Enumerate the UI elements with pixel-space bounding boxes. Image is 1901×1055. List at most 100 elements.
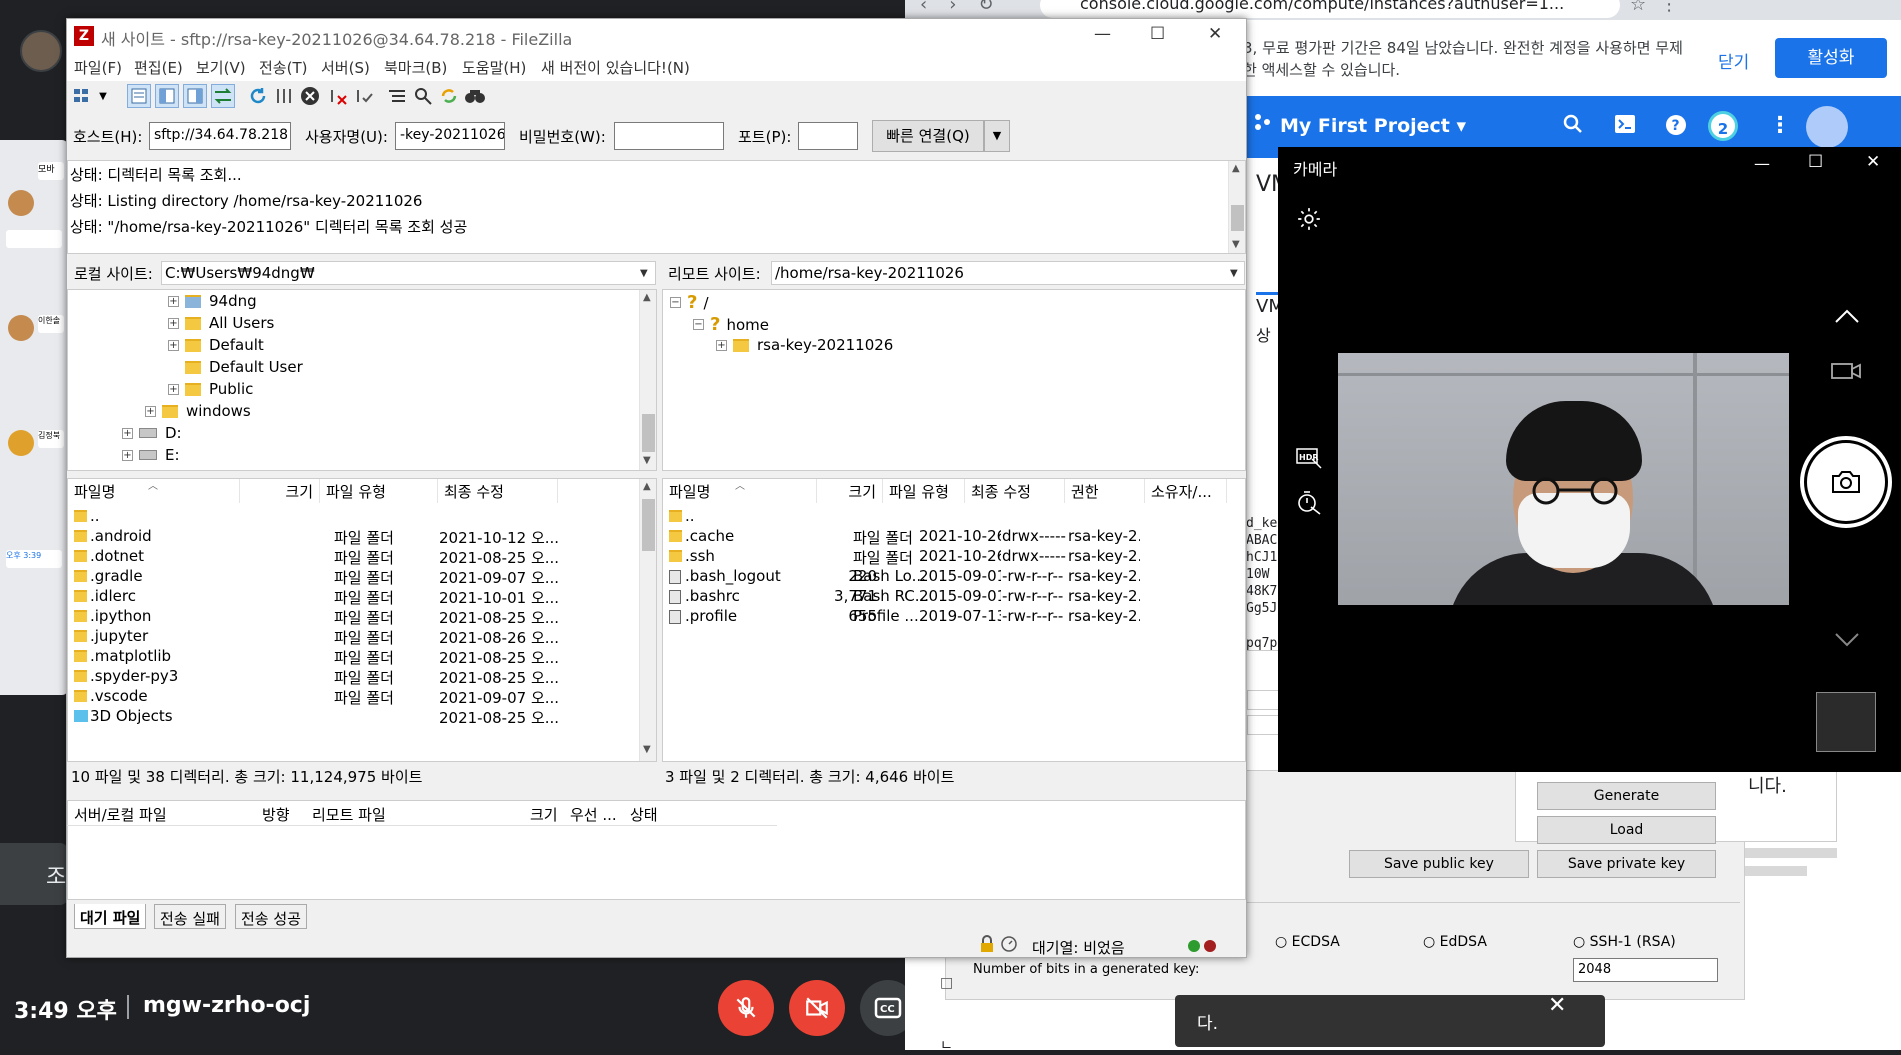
tab-successful-transfers[interactable]: 전송 성공 [235, 904, 307, 929]
tree-scrollbar[interactable]: ▲ ▼ [639, 290, 656, 470]
cancel-icon[interactable] [298, 84, 322, 108]
cloud-shell-icon[interactable] [1614, 114, 1636, 138]
reconnect-icon[interactable] [352, 84, 376, 108]
toggle-log-icon[interactable] [127, 84, 151, 108]
file-row[interactable]: 3D Objects 2021-08-25 오... [68, 705, 638, 729]
expander-icon[interactable]: + [168, 339, 179, 351]
tree-item[interactable]: + All Users [168, 314, 274, 332]
column-header-type[interactable]: 파일 유형 [320, 479, 438, 503]
video-mode-icon[interactable] [1830, 360, 1862, 386]
expander-icon[interactable]: − [693, 319, 704, 330]
tree-item[interactable]: Default User [185, 358, 303, 376]
file-list-scrollbar[interactable]: ▲ ▼ [639, 479, 656, 761]
camera-off-button[interactable] [789, 980, 845, 1036]
menu-file[interactable]: 파일(F) [74, 57, 122, 78]
user-avatar[interactable] [1806, 106, 1848, 148]
close-button[interactable]: ✕ [1866, 152, 1880, 172]
scroll-down-icon[interactable]: ▼ [643, 744, 651, 755]
expander-icon[interactable]: + [168, 383, 179, 395]
queue-header-direction[interactable]: 방향 [262, 804, 290, 825]
settings-icon[interactable] [1296, 206, 1322, 236]
column-header-modified[interactable]: 최종 수정 [438, 479, 558, 503]
toggle-queue-icon[interactable] [211, 84, 235, 108]
scrollbar-thumb[interactable] [642, 499, 655, 551]
bits-input[interactable]: 2048 [1573, 958, 1718, 982]
save-private-key-button[interactable]: Save private key [1537, 850, 1716, 878]
username-input[interactable]: -key-20211026 [395, 122, 505, 150]
column-header-permissions[interactable]: 권한 [1065, 479, 1145, 503]
tab-queued-files[interactable]: 대기 파일 [74, 904, 147, 929]
column-header-size[interactable]: 크기 [240, 479, 320, 503]
directory-listing-filters-icon[interactable] [385, 84, 409, 108]
password-input[interactable] [614, 122, 724, 150]
column-header-size[interactable]: 크기 [817, 479, 883, 503]
meet-side-button[interactable]: 조 [0, 843, 68, 905]
tree-item[interactable]: + Public [168, 380, 253, 398]
scroll-down-icon[interactable]: ▼ [1232, 239, 1240, 250]
save-public-key-button[interactable]: Save public key [1349, 850, 1529, 878]
minimize-button[interactable]: — [1094, 24, 1111, 44]
expander-icon[interactable]: + [168, 317, 179, 329]
chrome-nav-icons[interactable]: ‹›↻ [920, 0, 1015, 15]
toggle-remote-tree-icon[interactable] [183, 84, 207, 108]
site-manager-icon[interactable] [72, 84, 96, 108]
maximize-button[interactable]: ☐ [1808, 152, 1823, 172]
load-button[interactable]: Load [1537, 816, 1716, 844]
synchronized-browsing-icon[interactable] [437, 84, 461, 108]
chevron-down-icon[interactable]: ▼ [1230, 268, 1238, 279]
mic-off-button[interactable] [718, 980, 774, 1036]
compare-directories-icon[interactable] [411, 84, 435, 108]
minimize-button[interactable]: — [1754, 154, 1770, 173]
chrome-address-bar[interactable]: console.cloud.google.com/compute/instanc… [1040, 0, 1620, 18]
refresh-icon[interactable] [246, 84, 270, 108]
tree-item[interactable]: + windows [145, 402, 251, 420]
hdr-icon[interactable]: HDR [1296, 447, 1322, 473]
scroll-down-icon[interactable]: ▼ [643, 455, 651, 466]
radio-eddsa[interactable]: ○ EdDSA [1423, 934, 1487, 950]
expander-icon[interactable]: + [168, 295, 179, 307]
tree-item[interactable]: −? / [670, 292, 709, 313]
queue-header-remote-file[interactable]: 리모트 파일 [312, 804, 386, 825]
maximize-button[interactable]: ☐ [1150, 24, 1165, 44]
process-queue-icon[interactable] [272, 84, 296, 108]
chevron-down-icon[interactable] [1834, 632, 1860, 652]
queue-header-status[interactable]: 상태 [630, 804, 658, 825]
shutter-button[interactable] [1800, 436, 1892, 528]
search-icon[interactable] [463, 84, 487, 108]
menu-edit[interactable]: 편집(E) [134, 57, 183, 78]
expander-icon[interactable]: − [670, 297, 681, 308]
meet-presentation-tile[interactable]: 모바 이한솔 김정북 오후 3:39 [0, 140, 68, 695]
more-vert-icon[interactable]: ⋮ [1769, 113, 1791, 138]
queue-header-priority[interactable]: 우선 ... [570, 804, 617, 825]
project-selector[interactable]: My First Project ▾ [1280, 115, 1466, 137]
column-header-modified[interactable]: 최종 수정 [965, 479, 1065, 503]
chevron-up-icon[interactable] [1834, 308, 1860, 328]
scroll-up-icon[interactable]: ▲ [1232, 163, 1240, 174]
menu-view[interactable]: 보기(V) [196, 57, 246, 78]
menu-help[interactable]: 도움말(H) [462, 57, 526, 78]
scroll-up-icon[interactable]: ▲ [643, 292, 651, 303]
quickconnect-button[interactable]: 빠른 연결(Q) [872, 120, 984, 152]
tree-item[interactable]: + D: [122, 424, 182, 442]
scrollbar-thumb[interactable] [1231, 205, 1244, 231]
close-button[interactable]: ✕ [1208, 24, 1222, 44]
tree-item[interactable]: −? home [693, 314, 769, 335]
toggle-local-tree-icon[interactable] [155, 84, 179, 108]
photo-thumbnail[interactable] [1816, 692, 1876, 752]
disconnect-icon[interactable] [326, 84, 350, 108]
menu-transfer[interactable]: 전송(T) [259, 57, 307, 78]
checkbox-fragment[interactable]: □ [940, 975, 953, 991]
quickconnect-dropdown-icon[interactable]: ▼ [984, 120, 1010, 152]
column-header-type[interactable]: 파일 유형 [883, 479, 965, 503]
trial-activate-button[interactable]: 활성화 [1775, 38, 1887, 78]
tree-item[interactable]: +94dng [168, 292, 257, 310]
queue-header-file[interactable]: 서버/로컬 파일 [74, 804, 167, 825]
radio-ecdsa[interactable]: ○ ECDSA [1275, 934, 1340, 950]
site-manager-dropdown-icon[interactable]: ▼ [96, 84, 110, 108]
trial-close-button[interactable]: 닫기 [1718, 48, 1749, 73]
expander-icon[interactable]: + [122, 427, 133, 439]
notification-badge[interactable]: 2 [1708, 111, 1738, 141]
expander-icon[interactable]: + [122, 449, 133, 461]
chrome-extension-icons[interactable]: ☆⋮ [1630, 0, 1692, 15]
search-icon[interactable] [1563, 114, 1583, 138]
